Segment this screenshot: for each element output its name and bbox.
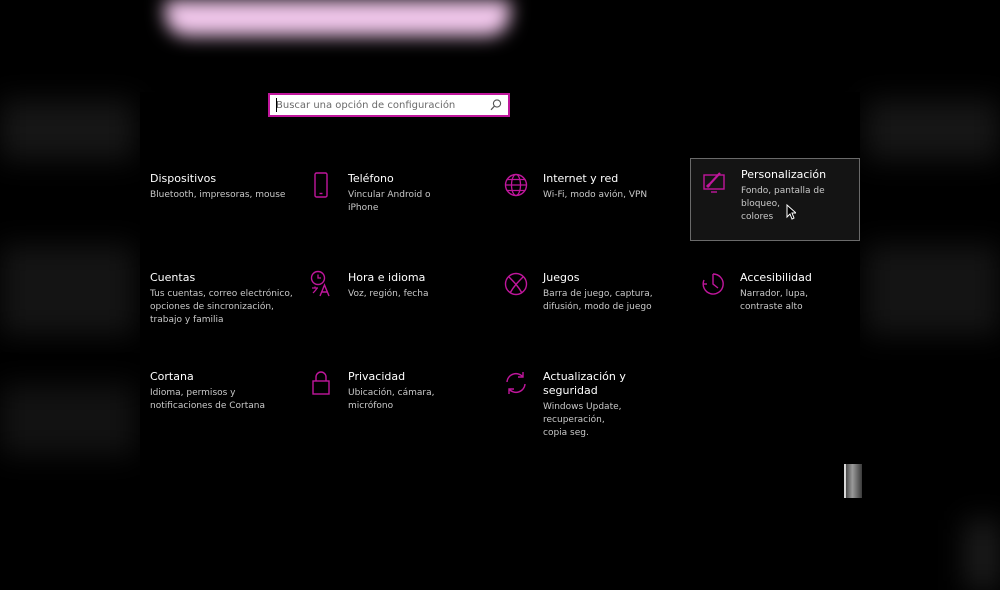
blurred-banner [165, 0, 510, 36]
settings-search-box[interactable] [268, 93, 510, 117]
tile-title: Personalización [741, 168, 827, 181]
lock-icon [308, 369, 334, 399]
scrollbar-thumb[interactable] [844, 464, 862, 498]
tile-title: Privacidad [348, 370, 406, 383]
tile-internet-y-red[interactable]: Internet y red Wi-Fi, modo avión, VPN [493, 163, 663, 245]
tile-description: Bluetooth, impresoras, mouse [150, 190, 286, 200]
tile-actualizacion-y-seguridad[interactable]: Actualización y seguridad Windows Update… [493, 361, 663, 443]
tile-description: Narrador, lupa, contraste alto [740, 289, 808, 312]
tile-description: Windows Update, recuperación, copia seg. [543, 402, 622, 438]
search-icon[interactable] [489, 98, 503, 112]
tile-title: Cuentas [150, 271, 196, 284]
tile-dispositivos[interactable]: Dispositivos Bluetooth, impresoras, mous… [140, 163, 310, 245]
tile-hora-e-idioma[interactable]: Hora e idioma Voz, región, fecha [298, 262, 468, 344]
tile-description: Tus cuentas, correo electrónico, opcione… [150, 289, 293, 325]
tile-description: Idioma, permisos y notificaciones de Cor… [150, 388, 265, 411]
text-caret [276, 98, 277, 112]
personalization-icon [701, 167, 727, 197]
tile-title: Dispositivos [150, 172, 217, 185]
tile-cuentas[interactable]: Cuentas Tus cuentas, correo electrónico,… [140, 262, 310, 344]
tile-privacidad[interactable]: Privacidad Ubicación, cámara, micrófono [298, 361, 468, 443]
tile-accesibilidad[interactable]: Accesibilidad Narrador, lupa, contraste … [690, 262, 860, 344]
blurred-edge [0, 245, 135, 335]
blurred-edge [0, 385, 135, 455]
phone-icon [308, 171, 334, 201]
blurred-edge [965, 520, 1000, 590]
settings-window: Dispositivos Bluetooth, impresoras, mous… [0, 0, 1000, 590]
tile-description: Ubicación, cámara, micrófono [348, 388, 435, 411]
tile-title: Juegos [543, 271, 580, 284]
tile-juegos[interactable]: Juegos Barra de juego, captura, difusión… [493, 262, 663, 344]
blurred-edge [0, 100, 135, 160]
time-language-icon [308, 270, 334, 300]
mouse-cursor-icon [786, 204, 796, 220]
tile-title: Internet y red [543, 172, 619, 185]
accessibility-icon [700, 270, 726, 300]
blurred-edge [865, 245, 1000, 335]
tile-description: Voz, región, fecha [348, 289, 429, 299]
tile-description: Vincular Android o iPhone [348, 190, 431, 213]
globe-icon [503, 171, 529, 201]
tile-title: Accesibilidad [740, 271, 812, 284]
tile-description: Barra de juego, captura, difusión, modo … [543, 289, 653, 312]
tile-title: Teléfono [348, 172, 394, 185]
update-icon [503, 369, 529, 399]
tile-cortana[interactable]: Cortana Idioma, permisos y notificacione… [140, 361, 310, 443]
tile-title: Actualización y seguridad [543, 370, 626, 397]
search-input[interactable] [270, 96, 486, 114]
tile-description: Wi-Fi, modo avión, VPN [543, 190, 648, 200]
tile-telefono[interactable]: Teléfono Vincular Android o iPhone [298, 163, 468, 245]
tile-title: Hora e idioma [348, 271, 426, 284]
tile-title: Cortana [150, 370, 194, 383]
blurred-edge [865, 100, 1000, 160]
tile-personalizacion[interactable]: Personalización Fondo, pantalla de bloqu… [690, 158, 860, 241]
xbox-icon [503, 270, 529, 300]
